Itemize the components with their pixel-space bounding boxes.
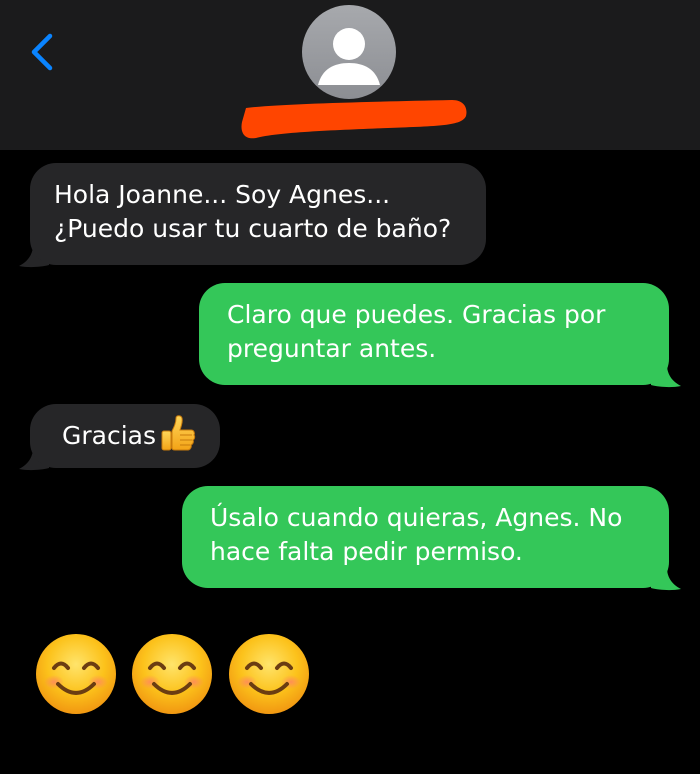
conversation-header: [0, 0, 700, 150]
message-text-line: ¿Puedo usar tu cuarto de baño?: [54, 214, 452, 243]
sent-message-bubble[interactable]: Claro que puedes. Gracias por preguntar …: [199, 283, 669, 385]
thumbs-up-icon: [161, 415, 196, 451]
smiling-face-icon[interactable]: [227, 632, 311, 716]
contact-avatar[interactable]: [302, 5, 396, 99]
messages-screen: Hola Joanne... Soy Agnes... ¿Puedo usar …: [0, 0, 700, 774]
message-text-line: Claro que puedes. Gracias por: [227, 300, 606, 329]
back-button[interactable]: [24, 28, 64, 76]
message-text-line: Úsalo cuando quieras, Agnes. No: [210, 503, 623, 532]
message-text: Gracias: [62, 421, 157, 450]
smiling-face-icon[interactable]: [34, 632, 118, 716]
smiling-face-icon[interactable]: [130, 632, 214, 716]
message-text-line: preguntar antes.: [227, 334, 437, 363]
message-text-line: Gracias: [62, 415, 196, 453]
message-text-line: hace falta pedir permiso.: [210, 537, 523, 566]
received-message-bubble[interactable]: Gracias: [30, 404, 220, 468]
redacted-contact-name[interactable]: [238, 96, 470, 142]
message-text-line: Hola Joanne... Soy Agnes...: [54, 180, 391, 209]
sent-message-bubble[interactable]: Úsalo cuando quieras, Agnes. No hace fal…: [182, 486, 669, 588]
chevron-left-icon: [31, 33, 53, 71]
received-message-bubble[interactable]: Hola Joanne... Soy Agnes... ¿Puedo usar …: [30, 163, 486, 265]
person-silhouette-icon: [318, 28, 380, 85]
